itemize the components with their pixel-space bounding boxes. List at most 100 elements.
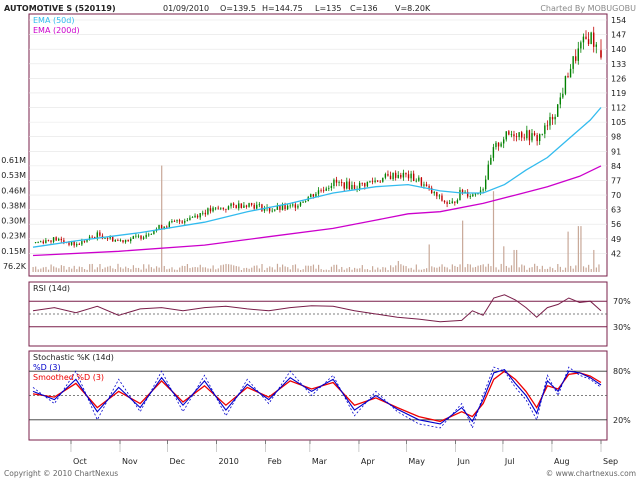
candle-body [284, 205, 286, 210]
volume-bar [194, 266, 196, 272]
candle-body [438, 195, 441, 197]
volume-bar [263, 270, 266, 272]
volume-bar [256, 265, 258, 272]
volume-bar [150, 267, 153, 272]
x-tick-label: Oct [73, 457, 87, 466]
candle-body [348, 181, 351, 190]
volume-bar [531, 267, 533, 272]
candle-body [281, 205, 284, 210]
candle-body [83, 241, 86, 242]
price-tick-label: 112 [611, 104, 626, 113]
volume-bar [199, 264, 201, 272]
candle-body [222, 207, 225, 209]
volume-bar [125, 266, 127, 272]
x-tick-label: Aug [554, 457, 570, 466]
volume-bar [274, 269, 276, 272]
volume-bar [35, 266, 37, 272]
volume-bar [464, 267, 466, 272]
volume-bar [119, 267, 122, 272]
volume-bar [45, 266, 47, 272]
candle-body [425, 184, 428, 187]
candle-body [433, 192, 435, 194]
candle-body [42, 241, 44, 244]
legend-ema-200: EMA (200d) [33, 26, 80, 35]
candle-body [590, 32, 592, 45]
price-tick-label: 105 [611, 118, 626, 127]
price-panel: 0.61M 0.53M 0.46M 0.38M 0.30M 0.23M 0.15M 76.2K… [1, 13, 626, 277]
volume-bar [81, 267, 83, 272]
price-tick-label: 42 [611, 249, 621, 258]
volume-bar [292, 265, 294, 272]
candle-body [176, 220, 178, 222]
price-tick-label: 126 [611, 74, 626, 83]
price-tick-label: 98 [611, 133, 621, 142]
candle-body [392, 172, 394, 180]
candle-body [299, 202, 302, 206]
volume-bar [575, 265, 577, 272]
candle-body [297, 205, 299, 208]
volume-bar [570, 265, 572, 272]
volume-bar [179, 267, 181, 272]
quote-date: 01/09/2010 [163, 4, 209, 13]
volume-bar [392, 267, 394, 272]
quote-close: C=136 [350, 4, 378, 13]
candle-body [358, 182, 361, 189]
candle-body [279, 206, 281, 210]
volume-bar [490, 266, 492, 272]
volume-bar [588, 264, 590, 272]
candle-body [302, 201, 304, 203]
candle-body [168, 222, 171, 228]
candle-body [572, 56, 574, 69]
volume-bar [284, 266, 286, 272]
volume-bar [258, 268, 261, 272]
volume-bar [390, 265, 392, 272]
volume-bar [580, 226, 582, 272]
last-candle-body [600, 50, 602, 58]
candle-body [456, 200, 459, 203]
volume-bar [377, 267, 379, 272]
candle-body [178, 220, 181, 222]
volume-tick-label: 0.53M [1, 171, 26, 180]
candle-body [117, 239, 119, 241]
volume-bar [101, 268, 104, 272]
candle-body [256, 204, 258, 209]
volume-bar [197, 267, 199, 272]
candle-body [461, 189, 464, 193]
volume-bar [222, 264, 225, 272]
candle-body [472, 194, 474, 197]
price-tick-label: 147 [611, 31, 626, 40]
volume-bar [544, 269, 546, 272]
candle-body [322, 190, 325, 192]
price-tick-label: 140 [611, 45, 626, 54]
candle-body [469, 196, 471, 197]
volume-bar [372, 266, 374, 272]
volume-bar [294, 264, 297, 272]
volume-bar [166, 269, 168, 272]
volume-bar [387, 270, 389, 272]
volume-bar [251, 267, 253, 272]
legend-ema-50: EMA (50d) [33, 16, 74, 25]
candle-body [361, 182, 363, 184]
volume-bar [310, 265, 312, 272]
candle-body [536, 135, 538, 142]
volume-tick-label: 0.61M [1, 156, 26, 165]
candle-body [235, 205, 237, 209]
candle-body [569, 68, 572, 78]
volume-bar [346, 268, 348, 272]
candle-body [212, 207, 214, 212]
volume-bar [590, 269, 592, 272]
candle-body [587, 39, 590, 45]
volume-bar [467, 263, 469, 272]
candle-body [40, 241, 42, 243]
candle-body [410, 173, 412, 179]
candle-body [526, 130, 528, 139]
volume-bar [325, 269, 327, 272]
stochastic-title: Stochastic %K (14d) [33, 353, 114, 362]
volume-bar [330, 266, 333, 272]
volume-bar [500, 263, 502, 272]
volume-bar [523, 265, 525, 272]
quote-low: L=135 [315, 4, 341, 13]
volume-bar [323, 269, 325, 272]
volume-bar [191, 267, 194, 272]
volume-bar [513, 249, 515, 272]
